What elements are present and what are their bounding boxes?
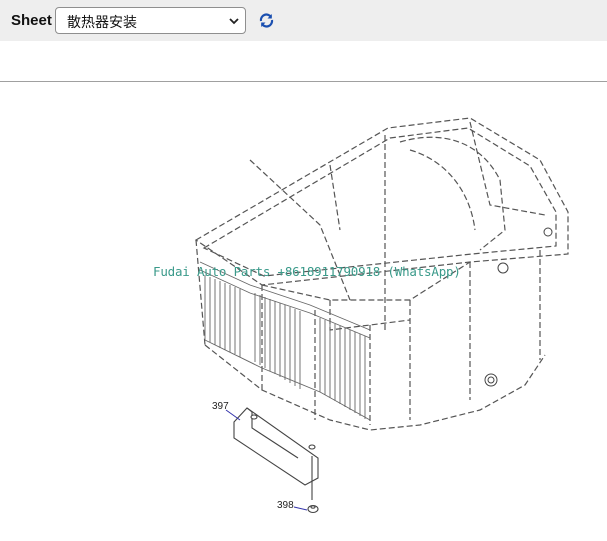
callout-398[interactable]: 398 [277, 500, 294, 511]
sheet-select-value: 散热器安装 [67, 15, 137, 31]
watermark-text: Fudai Auto Parts +8618911790918 (WhatsAp… [153, 264, 461, 279]
refresh-icon[interactable] [258, 12, 275, 29]
sheet-label: Sheet [11, 12, 52, 29]
callout-397[interactable]: 397 [212, 401, 229, 412]
toolbar: Sheet 散热器安装 [0, 0, 607, 41]
chevron-down-icon [229, 18, 239, 25]
sheet-select[interactable]: 散热器安装 [55, 7, 246, 34]
parts-diagram [194, 117, 569, 514]
